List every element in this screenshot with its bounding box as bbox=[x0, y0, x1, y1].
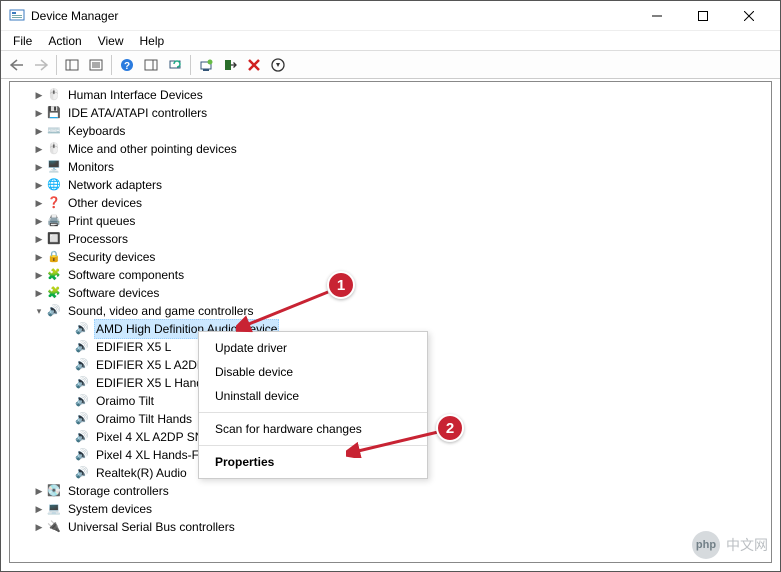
tree-node-swcomps[interactable]: ▶🧩Software components bbox=[10, 266, 771, 284]
watermark-logo: php bbox=[692, 531, 720, 559]
keyboard-icon: ⌨️ bbox=[46, 123, 62, 139]
network-icon: 🌐 bbox=[46, 177, 62, 193]
tree-node-sysdev[interactable]: ▶💻System devices bbox=[10, 500, 771, 518]
tree-node-network[interactable]: ▶🌐Network adapters bbox=[10, 176, 771, 194]
usb-icon: 🔌 bbox=[46, 519, 62, 535]
tree-node-hid[interactable]: ▶🖱️Human Interface Devices bbox=[10, 86, 771, 104]
titlebar: Device Manager bbox=[1, 1, 780, 31]
chevron-right-icon[interactable]: ▶ bbox=[32, 86, 46, 104]
chevron-right-icon[interactable]: ▶ bbox=[32, 248, 46, 266]
context-separator bbox=[199, 445, 427, 446]
chevron-right-icon[interactable]: ▶ bbox=[32, 122, 46, 140]
speaker-icon: 🔊 bbox=[74, 321, 90, 337]
speaker-icon: 🔊 bbox=[74, 465, 90, 481]
help-icon[interactable]: ? bbox=[115, 54, 139, 76]
menu-file[interactable]: File bbox=[5, 32, 40, 50]
scan-hardware-icon[interactable] bbox=[163, 54, 187, 76]
chevron-right-icon[interactable]: ▶ bbox=[32, 482, 46, 500]
tree-node-sound[interactable]: ▾🔊Sound, video and game controllers bbox=[10, 302, 771, 320]
context-disable-device[interactable]: Disable device bbox=[199, 360, 427, 384]
speaker-icon: 🔊 bbox=[74, 411, 90, 427]
security-icon: 🔒 bbox=[46, 249, 62, 265]
storage-icon: 💽 bbox=[46, 483, 62, 499]
app-icon bbox=[9, 8, 25, 24]
watermark: php 中文网 bbox=[692, 531, 768, 559]
tree-node-ide[interactable]: ▶💾IDE ATA/ATAPI controllers bbox=[10, 104, 771, 122]
chevron-down-icon[interactable]: ▾ bbox=[32, 302, 46, 320]
software-icon: 🧩 bbox=[46, 285, 62, 301]
menu-action[interactable]: Action bbox=[40, 32, 89, 50]
chevron-right-icon[interactable]: ▶ bbox=[32, 500, 46, 518]
tree-node-printq[interactable]: ▶🖨️Print queues bbox=[10, 212, 771, 230]
show-hide-console-tree-icon[interactable] bbox=[60, 54, 84, 76]
speaker-icon: 🔊 bbox=[74, 339, 90, 355]
tree-node-swdevs[interactable]: ▶🧩Software devices bbox=[10, 284, 771, 302]
menu-help[interactable]: Help bbox=[132, 32, 173, 50]
minimize-button[interactable] bbox=[634, 1, 680, 31]
action-pane-icon[interactable] bbox=[139, 54, 163, 76]
speaker-icon: 🔊 bbox=[74, 447, 90, 463]
context-update-driver[interactable]: Update driver bbox=[199, 336, 427, 360]
speaker-icon: 🔊 bbox=[74, 357, 90, 373]
menubar: File Action View Help bbox=[1, 31, 780, 51]
update-driver-icon[interactable] bbox=[194, 54, 218, 76]
disable-device-icon[interactable] bbox=[218, 54, 242, 76]
software-icon: 🧩 bbox=[46, 267, 62, 283]
context-scan-hardware[interactable]: Scan for hardware changes bbox=[199, 417, 427, 441]
system-icon: 💻 bbox=[46, 501, 62, 517]
chevron-right-icon[interactable]: ▶ bbox=[32, 230, 46, 248]
add-legacy-hardware-icon[interactable] bbox=[266, 54, 290, 76]
tree-node-usb[interactable]: ▶🔌Universal Serial Bus controllers bbox=[10, 518, 771, 536]
context-uninstall-device[interactable]: Uninstall device bbox=[199, 384, 427, 408]
context-menu: Update driver Disable device Uninstall d… bbox=[198, 331, 428, 479]
tree-node-keyboards[interactable]: ▶⌨️Keyboards bbox=[10, 122, 771, 140]
context-properties[interactable]: Properties bbox=[199, 450, 427, 474]
tree-node-security[interactable]: ▶🔒Security devices bbox=[10, 248, 771, 266]
context-separator bbox=[199, 412, 427, 413]
annotation-badge-1: 1 bbox=[327, 271, 355, 299]
cpu-icon: 🔲 bbox=[46, 231, 62, 247]
svg-text:?: ? bbox=[124, 61, 130, 72]
chevron-right-icon[interactable]: ▶ bbox=[32, 140, 46, 158]
properties-icon[interactable] bbox=[84, 54, 108, 76]
watermark-text: 中文网 bbox=[726, 535, 768, 555]
chevron-right-icon[interactable]: ▶ bbox=[32, 212, 46, 230]
chevron-right-icon[interactable]: ▶ bbox=[32, 284, 46, 302]
other-icon: ❓ bbox=[46, 195, 62, 211]
chevron-right-icon[interactable]: ▶ bbox=[32, 158, 46, 176]
monitor-icon: 🖥️ bbox=[46, 159, 62, 175]
chevron-right-icon[interactable]: ▶ bbox=[32, 266, 46, 284]
back-button[interactable] bbox=[5, 54, 29, 76]
tree-node-mice[interactable]: ▶🖱️Mice and other pointing devices bbox=[10, 140, 771, 158]
ide-icon: 💾 bbox=[46, 105, 62, 121]
forward-button[interactable] bbox=[29, 54, 53, 76]
speaker-icon: 🔊 bbox=[74, 393, 90, 409]
window-controls bbox=[634, 1, 772, 31]
speaker-icon: 🔊 bbox=[74, 429, 90, 445]
annotation-badge-2: 2 bbox=[436, 414, 464, 442]
chevron-right-icon[interactable]: ▶ bbox=[32, 194, 46, 212]
print-icon: 🖨️ bbox=[46, 213, 62, 229]
device-tree-pane: ▶🖱️Human Interface Devices ▶💾IDE ATA/ATA… bbox=[9, 81, 772, 563]
menu-view[interactable]: View bbox=[90, 32, 132, 50]
uninstall-device-icon[interactable] bbox=[242, 54, 266, 76]
tree-node-storage[interactable]: ▶💽Storage controllers bbox=[10, 482, 771, 500]
hid-icon: 🖱️ bbox=[46, 87, 62, 103]
chevron-right-icon[interactable]: ▶ bbox=[32, 518, 46, 536]
chevron-right-icon[interactable]: ▶ bbox=[32, 104, 46, 122]
close-button[interactable] bbox=[726, 1, 772, 31]
sound-icon: 🔊 bbox=[46, 303, 62, 319]
speaker-icon: 🔊 bbox=[74, 375, 90, 391]
chevron-right-icon[interactable]: ▶ bbox=[32, 176, 46, 194]
maximize-button[interactable] bbox=[680, 1, 726, 31]
tree-node-monitors[interactable]: ▶🖥️Monitors bbox=[10, 158, 771, 176]
tree-node-other[interactable]: ▶❓Other devices bbox=[10, 194, 771, 212]
toolbar: ? bbox=[1, 51, 780, 79]
tree-node-processors[interactable]: ▶🔲Processors bbox=[10, 230, 771, 248]
mouse-icon: 🖱️ bbox=[46, 141, 62, 157]
window-title: Device Manager bbox=[31, 9, 118, 23]
